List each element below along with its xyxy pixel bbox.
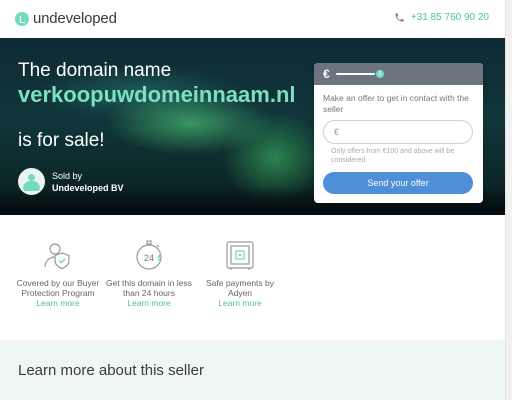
euro-icon: € bbox=[323, 67, 330, 81]
offer-card: € 2 Make an offer to get in contact with… bbox=[314, 63, 483, 203]
seller-avatar bbox=[18, 168, 45, 195]
shield-person-icon bbox=[44, 243, 70, 270]
offer-amount-input[interactable]: € bbox=[323, 120, 473, 144]
stopwatch-24-icon: 24 bbox=[136, 240, 163, 270]
seller-text: Sold by Undeveloped BV bbox=[52, 170, 124, 194]
phone-number: +31 85 760 90 20 bbox=[410, 12, 489, 23]
feature-label: Covered by our Buyer Protection Program bbox=[16, 278, 100, 298]
offer-progress-bar bbox=[336, 73, 375, 75]
offer-intro-text: Make an offer to get in contact with the… bbox=[323, 93, 469, 114]
hero-domain-name: verkoopuwdomeinnaam.nl bbox=[18, 82, 296, 107]
feature-safe-payments: Safe payments by Adyen Learn more bbox=[195, 237, 285, 308]
seller-info[interactable]: Sold by Undeveloped BV bbox=[18, 168, 124, 195]
phone-icon bbox=[395, 13, 404, 22]
safe-icon bbox=[226, 241, 254, 270]
header: undeveloped +31 85 760 90 20 bbox=[0, 0, 505, 38]
scrollbar[interactable] bbox=[505, 0, 512, 400]
svg-text:24: 24 bbox=[144, 253, 154, 263]
offer-card-header: € 2 bbox=[314, 63, 483, 85]
feature-label: Get this domain in less than 24 hours bbox=[106, 278, 192, 298]
send-offer-button[interactable]: Send your offer bbox=[323, 172, 473, 194]
logo-check-icon bbox=[15, 11, 29, 26]
feature-fast-transfer: 24 Get this domain in less than 24 hours… bbox=[104, 237, 194, 308]
hero-title-line3: is for sale! bbox=[18, 130, 105, 151]
seller-section: Learn more about this seller bbox=[0, 340, 505, 400]
feature-buyer-protection: Covered by our Buyer Protection Program … bbox=[13, 237, 103, 308]
logo[interactable]: undeveloped bbox=[15, 10, 117, 27]
sold-by-label: Sold by bbox=[52, 170, 83, 181]
learn-more-link[interactable]: Learn more bbox=[104, 298, 194, 308]
offer-minimum-hint: Only offers from €100 and above will be … bbox=[331, 148, 455, 164]
seller-name: Undeveloped BV bbox=[52, 182, 124, 193]
hero-title-line1: The domain name bbox=[18, 60, 172, 81]
logo-text: undeveloped bbox=[33, 10, 117, 27]
offer-step-indicator: 2 bbox=[376, 70, 384, 78]
phone-link[interactable]: +31 85 760 90 20 bbox=[394, 12, 489, 23]
learn-more-link[interactable]: Learn more bbox=[13, 298, 103, 308]
seller-section-title: Learn more about this seller bbox=[18, 362, 204, 379]
learn-more-link[interactable]: Learn more bbox=[195, 298, 285, 308]
feature-label: Safe payments by Adyen bbox=[205, 278, 275, 298]
features-section: Covered by our Buyer Protection Program … bbox=[0, 215, 505, 340]
